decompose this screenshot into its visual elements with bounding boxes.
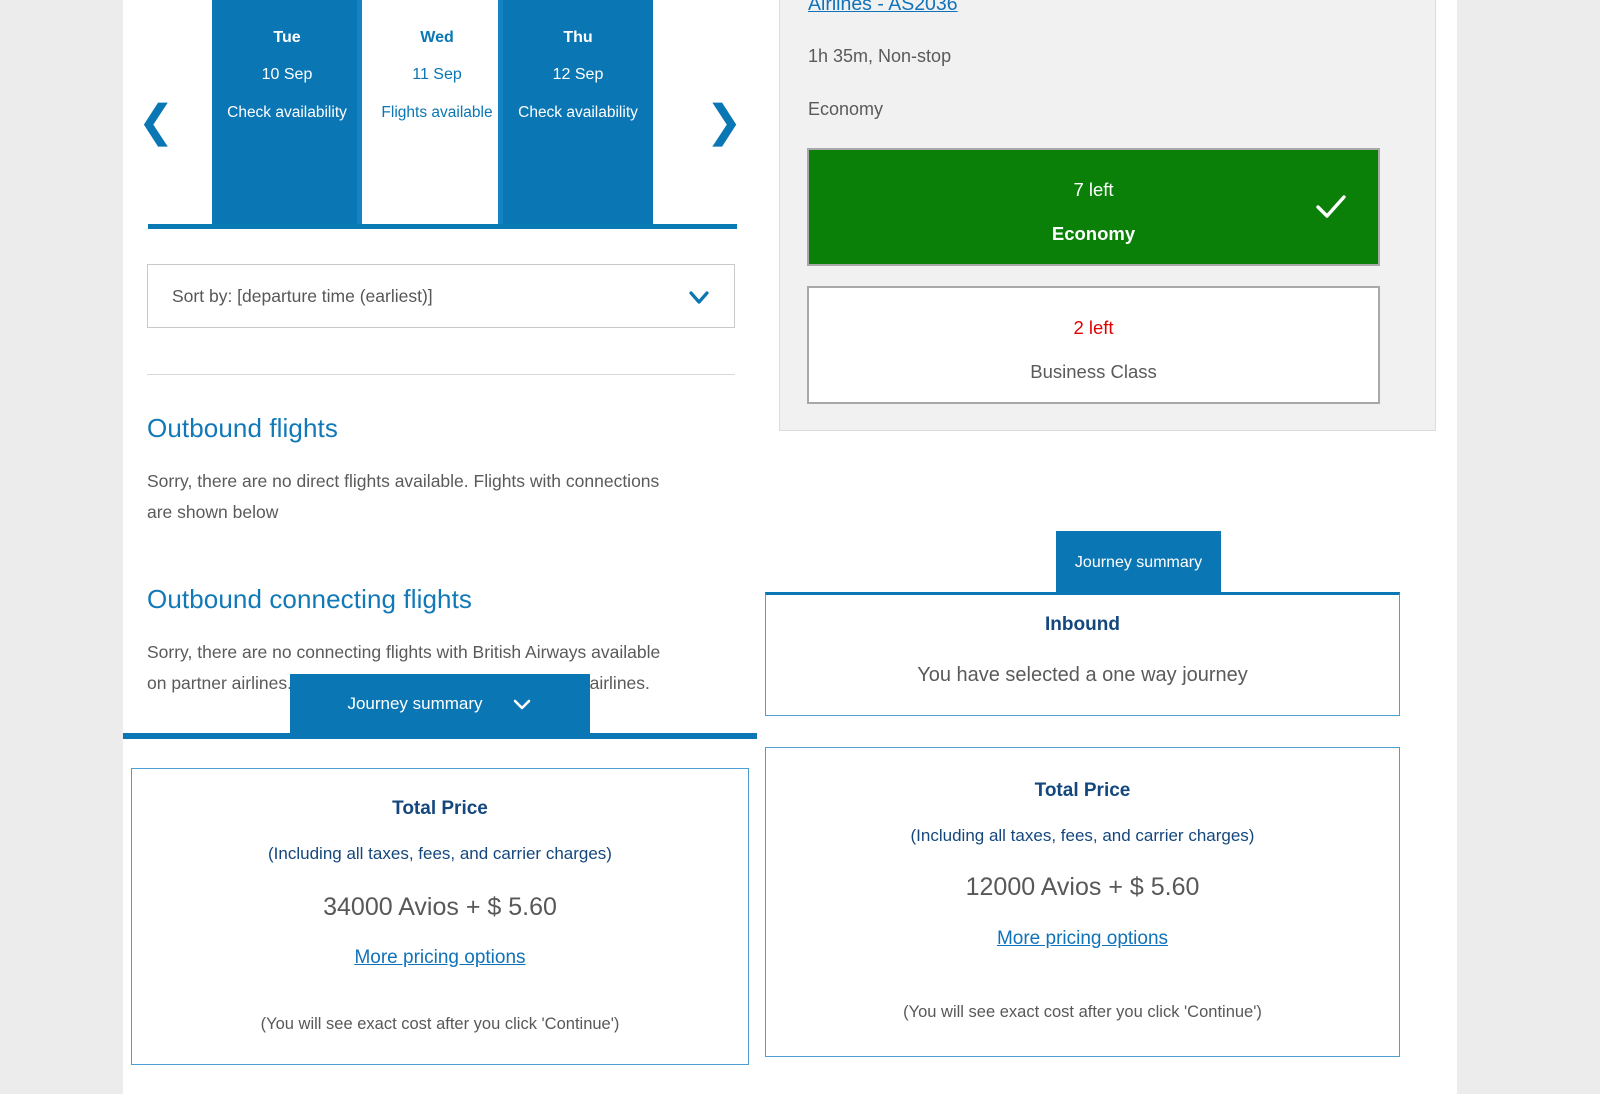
inbound-summary-panel: Inbound You have selected a one way jour…	[765, 592, 1400, 716]
total-price-panel-journey: Total Price (Including all taxes, fees, …	[765, 747, 1400, 1057]
outbound-connecting-flights-heading: Outbound connecting flights	[147, 584, 473, 614]
cabin-seats-left: 7 left	[1073, 179, 1114, 200]
total-price-amount: 12000 Avios + $ 5.60	[965, 873, 1200, 901]
cabin-option-name: Economy	[1051, 223, 1136, 244]
journey-summary-label: Journey summary	[347, 694, 483, 713]
inbound-message: You have selected a one way journey	[917, 664, 1248, 686]
journey-summary-toggle-left[interactable]: Journey summary	[290, 674, 590, 734]
date-availability-text: Check availability	[518, 104, 638, 121]
date-day-of-week: Wed	[420, 29, 454, 46]
total-price-title: Total Price	[392, 798, 488, 819]
journey-summary-tab-right[interactable]: Journey summary	[1056, 531, 1221, 594]
flight-option-card: Airlines - AS2036 1h 35m, Non-stop Econo…	[779, 0, 1436, 431]
cabin-option-name: Business Class	[1030, 361, 1157, 382]
previous-dates-arrow-icon[interactable]: ❮	[138, 98, 175, 146]
selected-flight-column: Airlines - AS2036 1h 35m, Non-stop Econo…	[757, 0, 1457, 1094]
total-price-note: (You will see exact cost after you click…	[260, 1015, 620, 1033]
date-strip-rail	[148, 224, 737, 229]
date-selector-strip: Tue 10 Sep Check availability Wed 11 Sep…	[123, 0, 757, 232]
date-day-number: 12 Sep	[552, 66, 604, 83]
total-price-subtitle: (Including all taxes, fees, and carrier …	[910, 826, 1255, 845]
journey-summary-label: Journey summary	[1074, 553, 1203, 571]
total-price-subtitle: (Including all taxes, fees, and carrier …	[268, 844, 612, 863]
cabin-option-business[interactable]: 2 left Business Class	[807, 286, 1380, 404]
more-pricing-options-wrap: More pricing options	[132, 947, 748, 969]
date-day-number: 10 Sep	[261, 66, 313, 83]
chevron-down-icon	[686, 284, 712, 310]
sort-by-label: Sort by: [departure time (earliest)]	[172, 286, 433, 306]
page-root: Tue 10 Sep Check availability Wed 11 Sep…	[0, 0, 1600, 1094]
outbound-flights-message: Sorry, there are no direct flights avail…	[147, 471, 660, 522]
cabin-seats-left: 2 left	[1073, 317, 1114, 338]
cabin-option-economy[interactable]: 7 left Economy	[807, 148, 1380, 266]
date-option-wed[interactable]: Wed 11 Sep Flights available	[362, 0, 512, 224]
date-day-number: 11 Sep	[412, 66, 462, 83]
airline-flight-number-link[interactable]: Airlines - AS2036	[808, 0, 958, 16]
flight-results-column: Tue 10 Sep Check availability Wed 11 Sep…	[123, 0, 757, 1094]
sort-by-select[interactable]: Sort by: [departure time (earliest)]	[147, 264, 735, 328]
total-price-amount: 34000 Avios + $ 5.60	[323, 893, 557, 921]
date-option-tue[interactable]: Tue 10 Sep Check availability	[212, 0, 362, 224]
flight-duration-stops: 1h 35m, Non-stop	[808, 46, 952, 66]
inbound-title: Inbound	[1045, 614, 1120, 635]
total-price-title: Total Price	[1034, 780, 1131, 801]
flight-cabin-label: Economy	[808, 99, 884, 119]
date-availability-text: Check availability	[227, 104, 347, 121]
total-price-note: (You will see exact cost after you click…	[903, 1003, 1262, 1021]
section-divider	[147, 374, 735, 375]
date-day-of-week: Thu	[563, 29, 593, 46]
chevron-down-icon	[511, 693, 533, 715]
more-pricing-options-link[interactable]: More pricing options	[997, 928, 1168, 950]
date-availability-text: Flights available	[381, 104, 493, 121]
total-price-panel-outbound: Total Price (Including all taxes, fees, …	[131, 768, 749, 1065]
more-pricing-options-wrap: More pricing options	[766, 928, 1399, 950]
outbound-flights-heading: Outbound flights	[147, 413, 338, 443]
more-pricing-options-link[interactable]: More pricing options	[354, 947, 525, 969]
next-dates-arrow-icon[interactable]: ❯	[706, 98, 743, 146]
content-canvas: Tue 10 Sep Check availability Wed 11 Sep…	[123, 0, 1457, 1094]
check-icon	[1314, 190, 1348, 224]
date-day-of-week: Tue	[273, 29, 301, 46]
date-option-thu[interactable]: Thu 12 Sep Check availability	[503, 0, 653, 224]
